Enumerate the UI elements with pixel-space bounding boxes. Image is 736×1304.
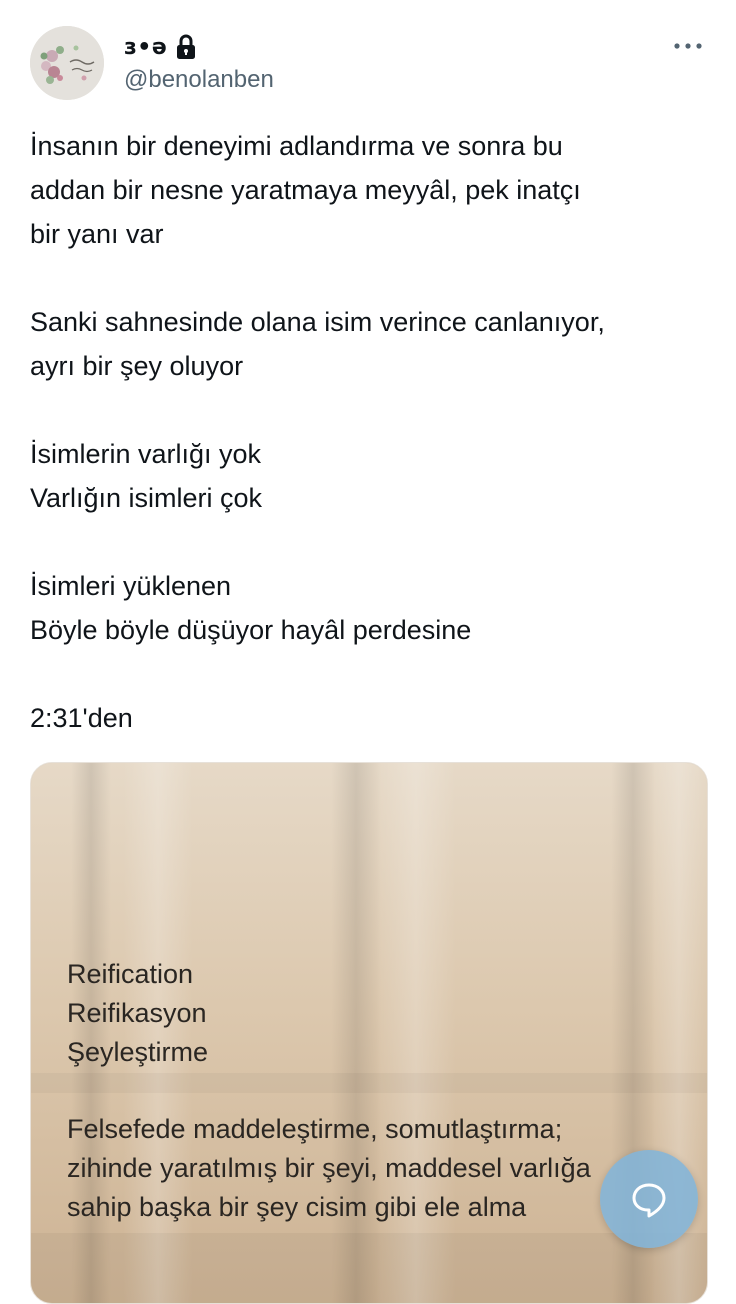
tweet-text: İnsanın bir deneyimi adlandırma ve sonra… xyxy=(30,124,710,740)
user-handle[interactable]: @benolanben xyxy=(124,66,274,94)
media-paragraph-gap xyxy=(67,1072,687,1110)
media-line: Felsefede maddeleştirme, somutlaştırma; xyxy=(67,1114,563,1144)
tweet-line: Sanki sahnesinde olana isim verince canl… xyxy=(30,307,605,337)
tweet-line: İnsanın bir deneyimi adlandırma ve sonra… xyxy=(30,131,563,161)
tweet-line: Varlığın isimleri çok xyxy=(30,483,263,513)
lock-icon xyxy=(175,34,197,60)
display-name[interactable]: з•ə xyxy=(124,35,167,60)
tweet-line: addan bir nesne yaratmaya meyyâl, pek in… xyxy=(30,175,581,205)
more-horizontal-icon xyxy=(674,43,702,49)
tweet-line: 2:31'den xyxy=(30,703,133,733)
media-line: Reifikasyon xyxy=(67,998,207,1028)
media-text: Reification Reifikasyon Şeyleştirme Fels… xyxy=(67,955,687,1227)
more-options-button[interactable] xyxy=(670,34,706,58)
reply-fab-button[interactable] xyxy=(600,1150,698,1248)
media-line: sahip başka bir şey cisim gibi ele alma xyxy=(67,1192,527,1222)
tweet-line: bir yanı var xyxy=(30,219,164,249)
tweet-card: з•ə @benolanben İnsanın bir deneyimi adl… xyxy=(0,0,736,1304)
tweet-line: ayrı bir şey oluyor xyxy=(30,351,244,381)
avatar[interactable] xyxy=(30,26,104,100)
tweet-line: İsimlerin varlığı yok xyxy=(30,439,262,469)
tweet-line: Böyle böyle düşüyor hayâl perdesine xyxy=(30,615,472,645)
tweet-line: İsimleri yüklenen xyxy=(30,571,232,601)
name-row: з•ə xyxy=(124,32,197,62)
floral-wreath-avatar-icon xyxy=(30,26,104,100)
media-line: zihinde yaratılmış bir şeyi, maddesel va… xyxy=(67,1153,591,1183)
reply-bubble-icon xyxy=(632,1183,666,1218)
media-line: Şeyleştirme xyxy=(67,1037,209,1067)
media-line: Reification xyxy=(67,959,194,989)
tweet-header: з•ə @benolanben xyxy=(30,24,710,102)
